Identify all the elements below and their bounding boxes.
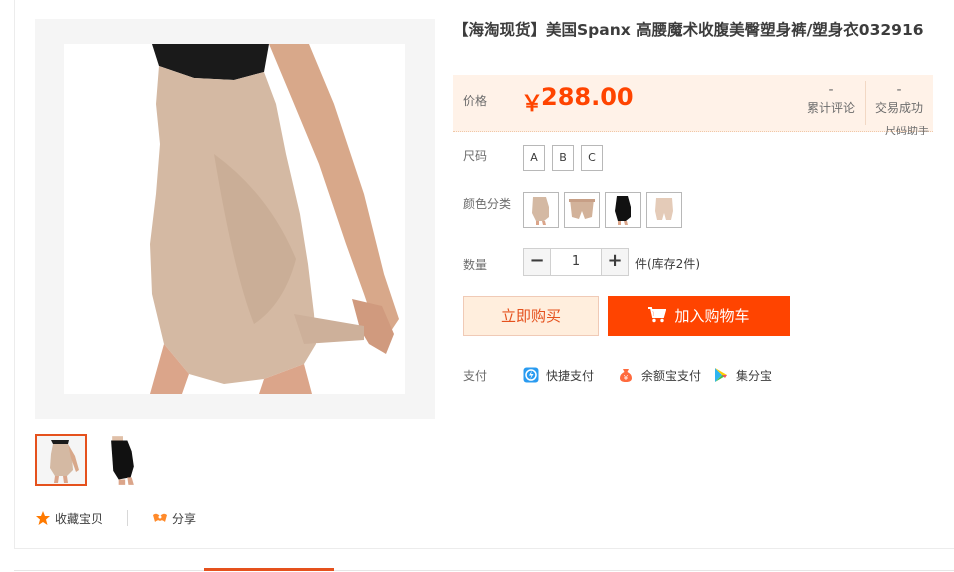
panel-bottom-border [14, 548, 954, 549]
stat-reviews[interactable]: - 累计评论 [798, 81, 864, 117]
cart-icon [648, 298, 667, 323]
thumbnail-black-image [97, 434, 149, 486]
jifenbao-icon [713, 367, 729, 383]
size-option-c[interactable]: C [581, 145, 603, 171]
jifenbao-text: 集分宝 [736, 368, 773, 383]
product-photo [64, 44, 405, 394]
size-helper-link[interactable]: 尺码助手 [885, 126, 929, 135]
quick-pay-text: 快捷支付 [546, 368, 595, 383]
color-option-nude-detail[interactable] [564, 192, 600, 228]
thumbnail-nude-image [37, 436, 85, 484]
quick-pay-icon [523, 367, 539, 383]
size-option-a[interactable]: A [523, 145, 545, 171]
payment-label: 支付 [463, 369, 488, 383]
star-icon[interactable] [35, 510, 51, 526]
thumbnail-nude[interactable] [35, 434, 87, 486]
color-option-black[interactable] [605, 192, 641, 228]
stat-transactions-label: 交易成功 [874, 101, 923, 115]
quantity-increment-button[interactable]: + [601, 248, 629, 276]
size-label: 尺码 [463, 149, 488, 163]
quantity-input[interactable]: 1 [551, 248, 601, 276]
share-link[interactable]: 分享 [172, 510, 196, 527]
payment-quick: 快捷支付 [523, 366, 594, 384]
tab-active-marker [204, 568, 334, 571]
quantity-decrement-button[interactable]: − [523, 248, 551, 276]
price-currency: ￥ [521, 92, 544, 117]
payment-yuebao: ¥ 余额宝支付 [618, 366, 701, 384]
color-swatch-black [606, 193, 640, 227]
color-label: 颜色分类 [463, 197, 512, 211]
stat-transactions-value: - [896, 82, 902, 98]
size-option-b[interactable]: B [552, 145, 574, 171]
share-icon[interactable] [152, 510, 168, 526]
main-product-image [35, 19, 435, 419]
money-bag-icon: ¥ [618, 367, 634, 383]
svg-text:¥: ¥ [624, 374, 629, 382]
yuebao-pay-text: 余额宝支付 [641, 368, 702, 383]
add-to-cart-button[interactable]: 加入购物车 [608, 296, 790, 336]
stat-reviews-value: - [828, 82, 834, 98]
social-row: 收藏宝贝 分享 [35, 509, 196, 527]
social-divider [127, 510, 129, 526]
color-swatch-nude-front [524, 193, 558, 227]
payment-jifenbao: 集分宝 [713, 366, 772, 384]
color-option-nude-front[interactable] [523, 192, 559, 228]
tabbar-divider [14, 570, 954, 571]
add-to-cart-label: 加入购物车 [674, 307, 750, 325]
quantity-stepper: − 1 + [523, 248, 629, 276]
favorite-link[interactable]: 收藏宝贝 [55, 510, 103, 527]
color-swatch-nude-plain [647, 193, 681, 227]
price-panel: 价格 ￥ 288.00 - 累计评论 - 交易成功 [453, 75, 933, 132]
product-title: 【海淘现货】美国Spanx 高腰魔术收腹美臀塑身裤/塑身衣032916 [453, 21, 924, 39]
price-label: 价格 [463, 94, 488, 108]
quantity-label: 数量 [463, 258, 488, 272]
price-panel-divider [453, 131, 933, 132]
price-value: 288.00 [541, 83, 634, 111]
color-option-nude-plain[interactable] [646, 192, 682, 228]
stock-note: 件(库存2件) [635, 257, 700, 271]
color-swatch-nude-detail [565, 193, 599, 227]
buy-now-button[interactable]: 立即购买 [463, 296, 599, 336]
stat-reviews-label: 累计评论 [806, 101, 855, 115]
panel-left-border [14, 0, 15, 548]
stat-transactions[interactable]: - 交易成功 [866, 81, 932, 117]
thumbnail-black[interactable] [97, 434, 149, 486]
